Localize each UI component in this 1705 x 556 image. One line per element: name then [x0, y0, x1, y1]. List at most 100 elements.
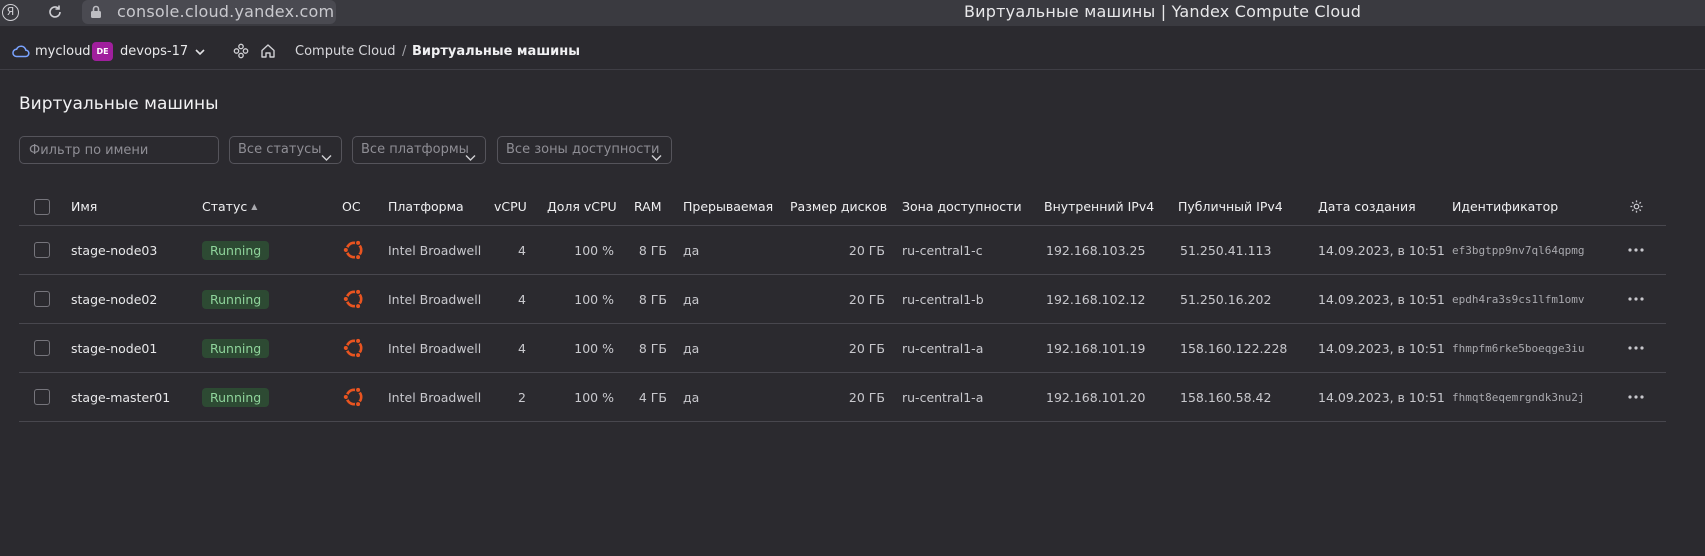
row-select-cell: [34, 373, 50, 421]
vm-vcpu: 2: [518, 389, 526, 405]
breadcrumb-compute-cloud[interactable]: Compute Cloud: [295, 44, 396, 59]
vm-platform: Intel Broadwell: [388, 242, 482, 258]
column-header-ram[interactable]: RAM: [634, 188, 662, 225]
status-badge: Running: [202, 338, 270, 358]
vm-vcpu-share: 100 %: [574, 389, 614, 405]
column-header-status-label: Статус: [202, 199, 248, 214]
row-checkbox[interactable]: [34, 389, 50, 405]
vm-disk-size: 20 ГБ: [848, 340, 885, 356]
row-checkbox[interactable]: [34, 291, 50, 307]
folder-avatar: DE: [92, 42, 113, 61]
column-header-vcpu[interactable]: vCPU: [494, 188, 527, 225]
vm-public-ip: 51.250.16.202: [1180, 291, 1272, 307]
column-header-disk-size[interactable]: Размер дисков: [790, 188, 887, 225]
table-row[interactable]: stage-node01 Running Intel Broadwell 4 1…: [19, 324, 1666, 373]
status-badge: Running: [202, 387, 270, 407]
column-header-platform[interactable]: Платформа: [388, 188, 464, 225]
column-header-public-ip[interactable]: Публичный IPv4: [1178, 188, 1283, 225]
vm-vcpu-share: 100 %: [574, 291, 614, 307]
column-header-status[interactable]: Статус ▲: [202, 188, 257, 225]
chevron-down-icon: [465, 146, 476, 172]
browser-toolbar: Я console.cloud.yandex.com Виртуальные м…: [0, 0, 1705, 26]
status-cell: Running: [202, 373, 270, 421]
select-all-checkbox[interactable]: [34, 198, 50, 215]
vm-name[interactable]: stage-master01: [71, 373, 170, 421]
platform-filter-select[interactable]: Все платформы: [352, 136, 486, 164]
vm-internal-ip: 192.168.101.20: [1046, 389, 1146, 405]
vm-preemptible: да: [683, 340, 700, 356]
vm-platform: Intel Broadwell: [388, 389, 482, 405]
vm-preemptible: да: [683, 389, 700, 405]
vm-preemptible: да: [683, 242, 700, 258]
home-icon[interactable]: [260, 43, 276, 63]
vm-id: epdh4ra3s9cs1lfm1omv: [1452, 292, 1585, 306]
table-row[interactable]: stage-node03 Running Intel Broadwell 4 1…: [19, 226, 1666, 275]
column-header-preemptible[interactable]: Прерываемая: [683, 188, 773, 225]
name-filter-input[interactable]: [19, 136, 219, 164]
table-row[interactable]: stage-node02 Running Intel Broadwell 4 1…: [19, 275, 1666, 324]
vm-zone: ru-central1-c: [902, 242, 983, 258]
more-actions-icon[interactable]: [1628, 373, 1644, 421]
status-cell: Running: [202, 324, 270, 372]
reload-icon[interactable]: [46, 3, 64, 25]
status-badge: Running: [202, 240, 270, 260]
vm-public-ip: 51.250.41.113: [1180, 242, 1272, 258]
vm-ram: 8 ГБ: [638, 291, 667, 307]
status-filter-select[interactable]: Все статусы: [229, 136, 342, 164]
table-settings-icon[interactable]: [1629, 188, 1644, 225]
vm-created-date: 14.09.2023, в 10:51: [1318, 242, 1445, 258]
url-text: console.cloud.yandex.com: [117, 2, 335, 21]
vm-id: fhmqt8eqemrgndk3nu2j: [1452, 390, 1585, 404]
vm-created-date: 14.09.2023, в 10:51: [1318, 340, 1445, 356]
row-checkbox[interactable]: [34, 242, 50, 258]
vm-disk-size: 20 ГБ: [848, 389, 885, 405]
vm-preemptible: да: [683, 291, 700, 307]
column-header-os[interactable]: ОС: [342, 188, 361, 225]
ubuntu-icon: [342, 373, 366, 421]
yandex-browser-logo-icon[interactable]: Я: [2, 4, 19, 21]
row-checkbox[interactable]: [34, 340, 50, 356]
vm-name[interactable]: stage-node03: [71, 226, 157, 274]
column-header-internal-ip[interactable]: Внутренний IPv4: [1044, 188, 1154, 225]
chevron-down-icon: [651, 146, 662, 172]
vm-vcpu: 4: [518, 291, 526, 307]
more-actions-icon[interactable]: [1628, 226, 1644, 274]
column-header-name[interactable]: Имя: [71, 188, 97, 225]
vm-ram: 8 ГБ: [638, 340, 667, 356]
vm-internal-ip: 192.168.102.12: [1046, 291, 1146, 307]
column-header-created[interactable]: Дата создания: [1318, 188, 1416, 225]
breadcrumb-current: Виртуальные машины: [412, 44, 580, 59]
address-bar[interactable]: console.cloud.yandex.com: [82, 0, 336, 24]
column-header-zone[interactable]: Зона доступности: [902, 188, 1022, 225]
vm-vcpu-share: 100 %: [574, 242, 614, 258]
vm-name[interactable]: stage-node01: [71, 324, 157, 372]
services-icon[interactable]: [233, 43, 249, 63]
select-all-cell: [34, 188, 50, 225]
vm-vcpu: 4: [518, 242, 526, 258]
vm-zone: ru-central1-b: [902, 291, 984, 307]
vm-disk-size: 20 ГБ: [848, 242, 885, 258]
status-cell: Running: [202, 275, 270, 323]
vm-vcpu: 4: [518, 340, 526, 356]
chevron-down-icon[interactable]: [193, 45, 207, 63]
more-actions-icon[interactable]: [1628, 324, 1644, 372]
vm-id: fhmpfm6rke5boeqge3iu: [1452, 341, 1585, 355]
ubuntu-icon: [342, 226, 366, 274]
column-header-vcpu-share[interactable]: Доля vCPU: [547, 188, 617, 225]
window-title: Виртуальные машины | Yandex Compute Clou…: [964, 2, 1362, 21]
ubuntu-icon: [342, 324, 366, 372]
breadcrumb-separator: /: [402, 44, 407, 59]
cloud-selector[interactable]: mycloud: [35, 44, 91, 59]
folder-selector[interactable]: devops-17: [120, 44, 188, 59]
table-row[interactable]: stage-master01 Running Intel Broadwell 2…: [19, 373, 1666, 422]
vm-name[interactable]: stage-node02: [71, 275, 157, 323]
vm-platform: Intel Broadwell: [388, 291, 482, 307]
column-header-id[interactable]: Идентификатор: [1452, 188, 1558, 225]
vm-disk-size: 20 ГБ: [848, 291, 885, 307]
zone-filter-select[interactable]: Все зоны доступности: [497, 136, 672, 164]
status-cell: Running: [202, 226, 270, 274]
cloud-icon: [12, 44, 30, 62]
more-actions-icon[interactable]: [1628, 275, 1644, 323]
lock-icon: [90, 5, 102, 23]
status-badge: Running: [202, 289, 270, 309]
